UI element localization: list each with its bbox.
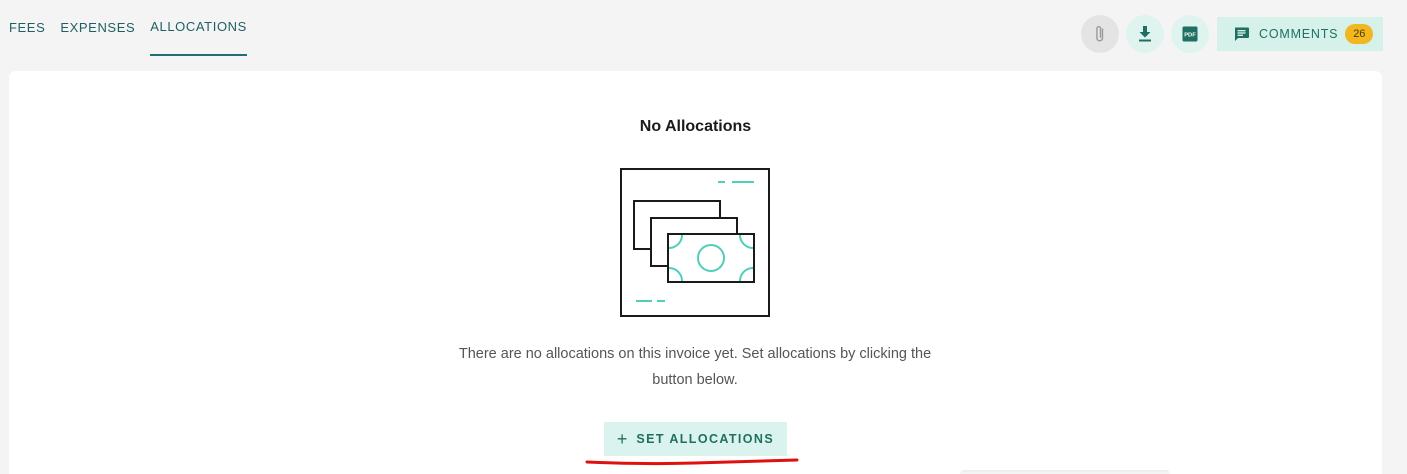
download-button[interactable]	[1126, 15, 1164, 53]
pdf-button[interactable]: PDF	[1171, 15, 1209, 53]
bottom-overlay-edge	[960, 470, 1170, 474]
svg-text:PDF: PDF	[1184, 33, 1196, 39]
set-allocations-label: SET ALLOCATIONS	[636, 432, 775, 446]
comments-count-badge: 26	[1345, 24, 1374, 44]
tab-fees[interactable]: FEES	[9, 0, 45, 56]
red-underline-annotation	[585, 458, 799, 466]
comments-button[interactable]: COMMENTS 26	[1217, 17, 1383, 51]
tab-allocations[interactable]: ALLOCATIONS	[150, 0, 247, 56]
empty-state-message: There are no allocations on this invoice…	[458, 346, 932, 388]
comments-label: COMMENTS	[1259, 27, 1339, 41]
pdf-icon: PDF	[1182, 26, 1198, 42]
money-bills-illustration	[620, 168, 770, 317]
paperclip-icon	[1096, 26, 1104, 42]
page: FEES EXPENSES ALLOCATIONS PDF COMMENTS 2…	[0, 0, 1407, 474]
download-icon	[1139, 26, 1151, 42]
plus-icon: +	[616, 429, 628, 449]
allocations-card: No Allocations There are no allocations …	[9, 71, 1382, 474]
set-allocations-button[interactable]: + SET ALLOCATIONS	[604, 422, 787, 456]
attachment-button[interactable]	[1081, 15, 1119, 53]
comment-icon	[1235, 27, 1249, 41]
tab-bar: FEES EXPENSES ALLOCATIONS	[9, 0, 262, 56]
toolbar: PDF COMMENTS 26	[1081, 15, 1383, 53]
tab-expenses[interactable]: EXPENSES	[60, 0, 135, 56]
empty-state-title: No Allocations	[639, 118, 752, 135]
